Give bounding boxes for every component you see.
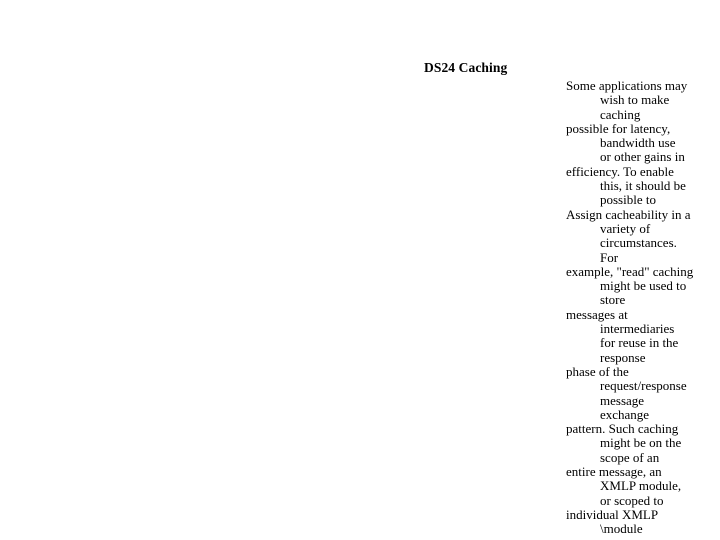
body-text-line: individual XMLP <box>566 506 659 522</box>
body-text-line: or other gains in <box>600 149 685 165</box>
body-text-line: might be on the <box>600 435 682 451</box>
body-text-line: messages at <box>566 306 628 322</box>
body-text-line: possible to <box>600 192 656 208</box>
body-text-line: phase of the <box>566 363 629 379</box>
body-text-line: this, it should be <box>600 178 686 194</box>
body-text-line: scope of an <box>600 449 660 465</box>
body-text-line: wish to make <box>600 92 670 108</box>
body-text-line: \module <box>600 521 643 537</box>
body-text-line: exchange <box>600 406 650 422</box>
body-text-line: request/response <box>600 378 687 394</box>
body-text-line: possible for latency, <box>566 120 671 136</box>
body-text-line: or scoped to <box>600 492 664 508</box>
body-text-line: message <box>600 392 645 408</box>
body-text-line: Assign cacheability in a <box>566 206 691 222</box>
page-title: DS24 Caching <box>424 60 508 75</box>
body-text-line: XMLP module, <box>600 478 682 494</box>
body-text-line: response <box>600 349 646 365</box>
body-text-line: circumstances. <box>600 235 677 251</box>
body-text-line: pattern. Such caching <box>566 421 679 437</box>
body-text-line: caching <box>600 106 641 122</box>
body-text-line: might be used to <box>600 278 687 294</box>
body-text-line: bandwidth use <box>600 135 676 151</box>
body-text-line: entire message, an <box>566 464 662 480</box>
body-text-line: store <box>600 292 626 308</box>
body-text-line: for reuse in the <box>600 335 679 351</box>
body-text-line: Some applications may <box>566 78 688 93</box>
document-page: DS24 Caching Some applications may wish t… <box>0 0 720 540</box>
body-text-line: intermediaries <box>600 321 675 337</box>
body-text-line: example, "read" caching <box>566 263 694 279</box>
body-text-line: variety of <box>600 220 651 236</box>
body-text-line: efficiency. To enable <box>566 163 674 179</box>
body-text-line: For <box>600 249 619 265</box>
body-text-column: Some applications may wish to make caching… <box>566 78 694 537</box>
